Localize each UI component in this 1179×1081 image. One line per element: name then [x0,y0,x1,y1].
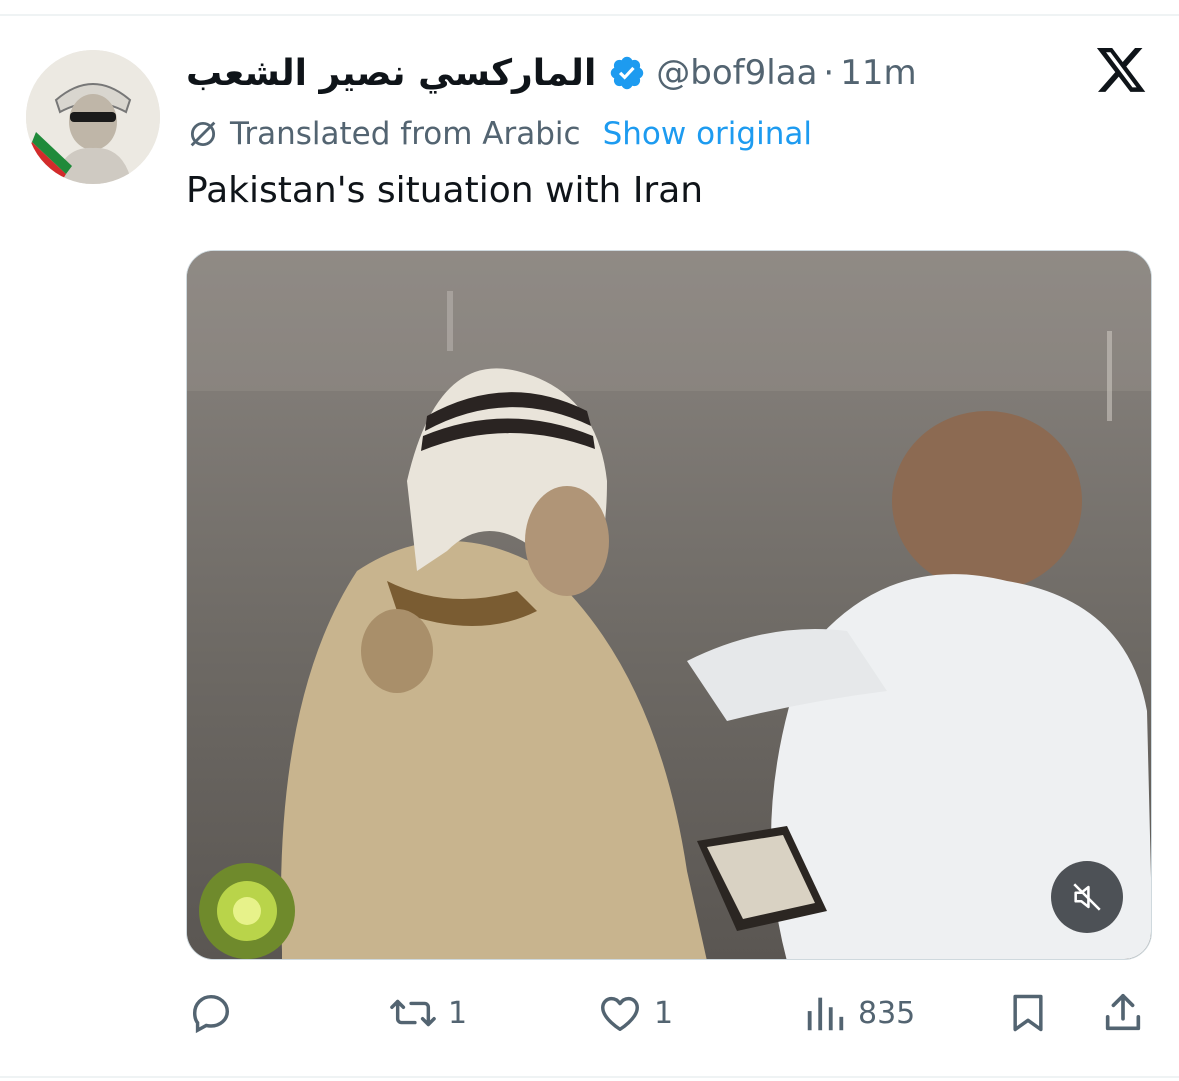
repost-icon [390,999,436,1027]
video-player[interactable] [186,250,1152,960]
views-button[interactable]: 835 [802,985,915,1041]
show-original-link[interactable]: Show original [603,116,812,152]
timestamp[interactable]: 11m [840,53,916,93]
muted-speaker-icon [1073,883,1101,911]
mute-button[interactable] [1051,861,1123,933]
heart-icon [601,996,639,1032]
repost-button[interactable]: 1 [388,985,467,1041]
views-chart-icon [807,997,844,1031]
reply-button[interactable] [188,985,244,1041]
avatar[interactable] [26,50,160,184]
display-name[interactable]: الماركسي نصير الشعب [186,53,596,94]
like-button[interactable]: 1 [596,985,673,1041]
tweet-text: Pakistan's situation with Iran [186,170,704,211]
video-frame [187,251,1151,959]
repost-count: 1 [448,995,468,1031]
translate-icon [190,121,216,147]
translation-label: Translated from Arabic [230,116,581,152]
x-logo-icon[interactable] [1096,48,1148,94]
bookmark-icon [1013,994,1043,1032]
share-icon [1105,993,1141,1031]
share-button[interactable] [1100,985,1146,1041]
action-bar: 1 1 835 [0,985,1179,1041]
views-count: 835 [858,995,916,1031]
translation-row: Translated from Arabic Show original [186,112,812,156]
like-count: 1 [654,995,674,1031]
tweet-header: الماركسي نصير الشعب @bof9laa · 11m [186,46,917,100]
avatar-image [26,50,160,184]
bottom-divider [0,1076,1179,1078]
bookmark-button[interactable] [1006,985,1050,1041]
reply-icon [192,994,230,1034]
separator-dot: · [823,53,835,93]
top-divider [0,14,1179,16]
verified-badge-icon[interactable] [608,54,646,92]
handle[interactable]: @bof9laa [656,53,817,93]
